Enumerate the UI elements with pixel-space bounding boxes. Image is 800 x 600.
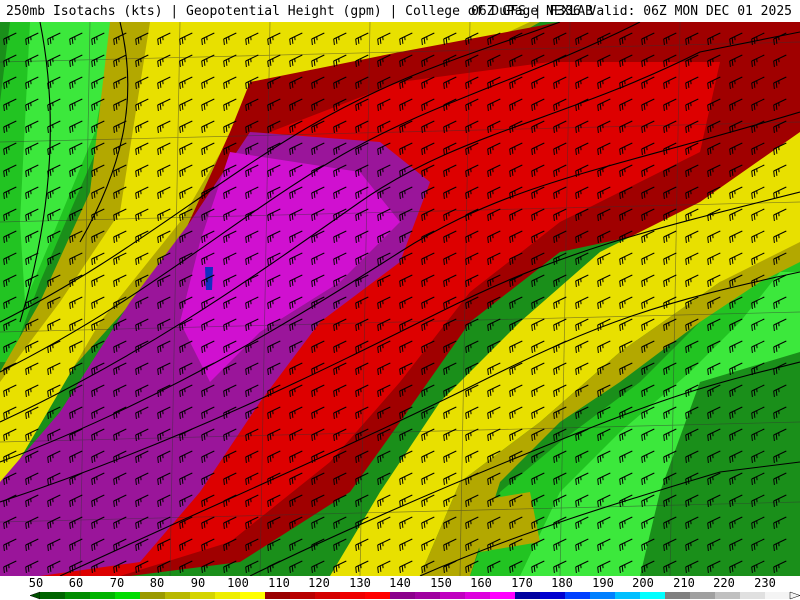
colorbar-swatch [740,592,766,599]
legend-label: 100 [227,576,249,590]
legend-label: 160 [470,576,492,590]
colorbar-swatch [615,592,641,599]
colorbar-swatch [365,592,391,599]
legend-label: 120 [308,576,330,590]
colorbar-swatch [340,592,366,599]
colorbar-swatch [315,592,341,599]
colorbar-swatch [215,592,241,599]
legend-label: 140 [389,576,411,590]
header-run-info: 06Z GFS | F336 Valid: 06Z MON DEC 01 202… [471,4,792,19]
colorbar-swatch [515,592,541,599]
colorbar-swatch [765,592,791,599]
colorbar-right-arrow [789,591,800,600]
colorbar-swatch [590,592,616,599]
legend-label: 180 [551,576,573,590]
colorbar-swatch [90,592,116,599]
legend-label: 50 [28,576,44,590]
colorbar-swatch [465,592,491,599]
legend-label: 60 [68,576,84,590]
colorbar-swatch [40,592,66,599]
colorbar-swatch [440,592,466,599]
colorbar-swatch [190,592,216,599]
legend-label: 220 [713,576,735,590]
legend-label: 130 [349,576,371,590]
colorbar-swatch [690,592,716,599]
legend-label: 80 [149,576,165,590]
colorbar-swatch [290,592,316,599]
legend-label: 170 [511,576,533,590]
legend-label: 230 [754,576,776,590]
legend-labels: 50 60 70 80 90 100 110 120 130 140 150 1… [0,576,800,590]
colorbar-swatch [140,592,166,599]
colorbar-swatch [640,592,666,599]
colorbar-swatch [265,592,291,599]
legend-label: 150 [430,576,452,590]
legend-label: 200 [632,576,654,590]
color-scale-bar [0,591,800,600]
isotach-fill-90kt-se-pocket [470,492,540,552]
colorbar-swatch [415,592,441,599]
colorbar-swatch [540,592,566,599]
colorbar-left-arrow [29,591,41,600]
colorbar-swatch [240,592,266,599]
legend-label: 110 [268,576,290,590]
colorbar-swatch [665,592,691,599]
colorbar-swatch [715,592,741,599]
colorbar-swatch [490,592,516,599]
weather-map [0,22,800,576]
isotach-map-canvas [0,22,800,576]
color-scale-svg [29,591,800,600]
colorbar-swatch [115,592,141,599]
colorbar-swatch [565,592,591,599]
legend-label: 90 [190,576,206,590]
colorbar-swatch [165,592,191,599]
legend-label: 210 [673,576,695,590]
header-bar: 250mb Isotachs (kts) | Geopotential Heig… [0,0,800,22]
legend-label: 70 [109,576,125,590]
colorbar-swatch [65,592,91,599]
legend-label: 190 [592,576,614,590]
colorbar-swatch [390,592,416,599]
